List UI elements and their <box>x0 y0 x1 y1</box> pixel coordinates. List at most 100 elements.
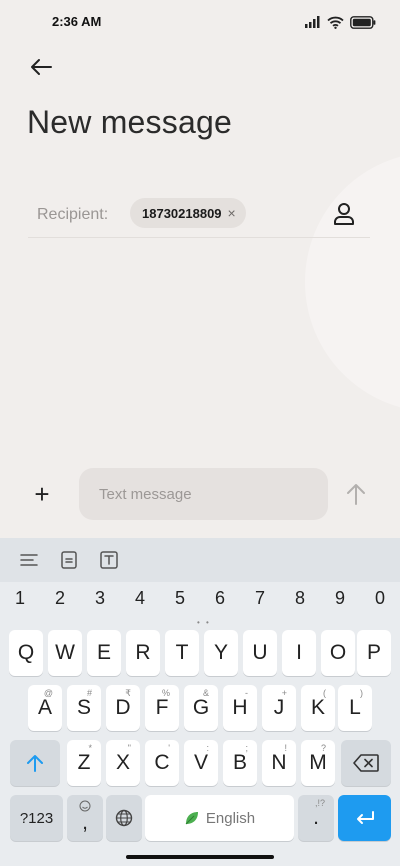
recipient-chip[interactable]: 18730218809 × <box>130 198 246 228</box>
compose-bar: + <box>0 466 400 522</box>
key-1[interactable]: 1 <box>5 588 35 609</box>
number-row: 1 2 3 4 5 6 7 8 9 0 • • <box>0 588 400 627</box>
globe-icon <box>115 809 133 827</box>
emoji-icon <box>79 800 91 812</box>
send-button[interactable] <box>342 480 370 508</box>
add-contact-button[interactable] <box>330 200 358 228</box>
key-n[interactable]: ! N <box>262 740 296 786</box>
keyboard-toolbar <box>0 538 400 582</box>
key-o[interactable]: O <box>321 630 355 676</box>
key-label: H <box>232 696 248 719</box>
key-8[interactable]: 8 <box>285 588 315 609</box>
space-label: English <box>205 809 256 827</box>
key-hint: + <box>281 688 287 698</box>
comma-key[interactable]: , <box>67 795 103 841</box>
keyboard-menu-button[interactable] <box>18 549 40 571</box>
shift-key[interactable] <box>10 740 60 786</box>
key-e[interactable]: E <box>87 630 121 676</box>
key-x[interactable]: " X <box>106 740 140 786</box>
number-row-page-indicator: • • <box>197 618 211 627</box>
space-key[interactable]: English <box>145 795 294 841</box>
key-label: S <box>76 696 91 719</box>
period-key[interactable]: ,!? . <box>298 795 334 841</box>
key-y[interactable]: Y <box>204 630 238 676</box>
key-3[interactable]: 3 <box>85 588 115 609</box>
language-key[interactable] <box>106 795 142 841</box>
keyboard: 1 2 3 4 5 6 7 8 9 0 • • Q W E R T Y U I … <box>0 538 400 866</box>
key-q[interactable]: Q <box>9 630 43 676</box>
key-hint: @ <box>43 688 53 698</box>
key-label: V <box>193 751 208 774</box>
message-input[interactable] <box>79 468 328 520</box>
plus-icon: + <box>34 478 50 509</box>
key-u[interactable]: U <box>243 630 277 676</box>
key-z[interactable]: * Z <box>67 740 101 786</box>
key-label: G <box>192 696 210 719</box>
home-indicator[interactable] <box>126 855 274 859</box>
key-a[interactable]: @ A <box>28 685 62 731</box>
key-i[interactable]: I <box>282 630 316 676</box>
enter-key[interactable] <box>338 795 391 841</box>
person-icon <box>334 203 354 225</box>
key-t[interactable]: T <box>165 630 199 676</box>
key-hint: ! <box>284 743 287 753</box>
key-hint: ( <box>323 688 326 698</box>
recipient-field[interactable]: Recipient: 18730218809 × <box>28 190 370 238</box>
key-s[interactable]: # S <box>67 685 101 731</box>
symbols-key[interactable]: ?123 <box>10 795 63 841</box>
key-label: F <box>155 696 169 719</box>
key-0[interactable]: 0 <box>365 588 395 609</box>
menu-lines-icon <box>20 554 38 566</box>
key-5[interactable]: 5 <box>165 588 195 609</box>
key-label: C <box>154 751 170 774</box>
recipient-chip-number: 18730218809 <box>142 205 222 221</box>
key-label: J <box>273 696 285 719</box>
key-r[interactable]: R <box>126 630 160 676</box>
key-label: X <box>115 751 130 774</box>
key-label: D <box>115 696 131 719</box>
key-hint: & <box>202 688 209 698</box>
key-p[interactable]: P <box>357 630 391 676</box>
key-hint: ) <box>360 688 363 698</box>
wifi-icon <box>327 16 344 29</box>
back-button[interactable] <box>24 52 58 82</box>
key-h[interactable]: -H <box>223 685 257 731</box>
status-icons <box>305 14 376 30</box>
key-j[interactable]: + J <box>262 685 296 731</box>
key-v[interactable]: :V <box>184 740 218 786</box>
key-hint: - <box>245 688 248 698</box>
attach-button[interactable]: + <box>26 478 58 510</box>
key-label: , <box>82 811 88 834</box>
keyboard-text-button[interactable] <box>98 549 120 571</box>
key-label: B <box>232 751 247 774</box>
key-f[interactable]: % F <box>145 685 179 731</box>
backspace-key[interactable] <box>341 740 391 786</box>
key-hint: ; <box>245 743 248 753</box>
key-2[interactable]: 2 <box>45 588 75 609</box>
key-4[interactable]: 4 <box>125 588 155 609</box>
keyboard-clipboard-button[interactable] <box>58 549 80 571</box>
key-hint: ₹ <box>125 688 131 698</box>
key-label: M <box>309 751 327 774</box>
key-g[interactable]: & G <box>184 685 218 731</box>
battery-icon <box>350 15 376 29</box>
arrow-up-icon <box>347 484 365 505</box>
enter-icon <box>356 811 374 824</box>
key-b[interactable]: ; B <box>223 740 257 786</box>
key-label: L <box>349 696 361 719</box>
key-label: . <box>313 806 319 829</box>
key-hint: % <box>161 688 170 698</box>
key-7[interactable]: 7 <box>245 588 275 609</box>
key-9[interactable]: 9 <box>325 588 355 609</box>
arrow-left-icon <box>31 59 52 75</box>
key-c[interactable]: ' C <box>145 740 179 786</box>
key-d[interactable]: ₹ D <box>106 685 140 731</box>
key-l[interactable]: ) L <box>338 685 372 731</box>
shift-arrow-icon <box>27 755 43 772</box>
leaf-icon <box>185 812 198 825</box>
key-w[interactable]: W <box>48 630 82 676</box>
key-6[interactable]: 6 <box>205 588 235 609</box>
key-k[interactable]: (K <box>301 685 335 731</box>
close-icon[interactable]: × <box>228 206 236 220</box>
key-m[interactable]: ? M <box>301 740 335 786</box>
